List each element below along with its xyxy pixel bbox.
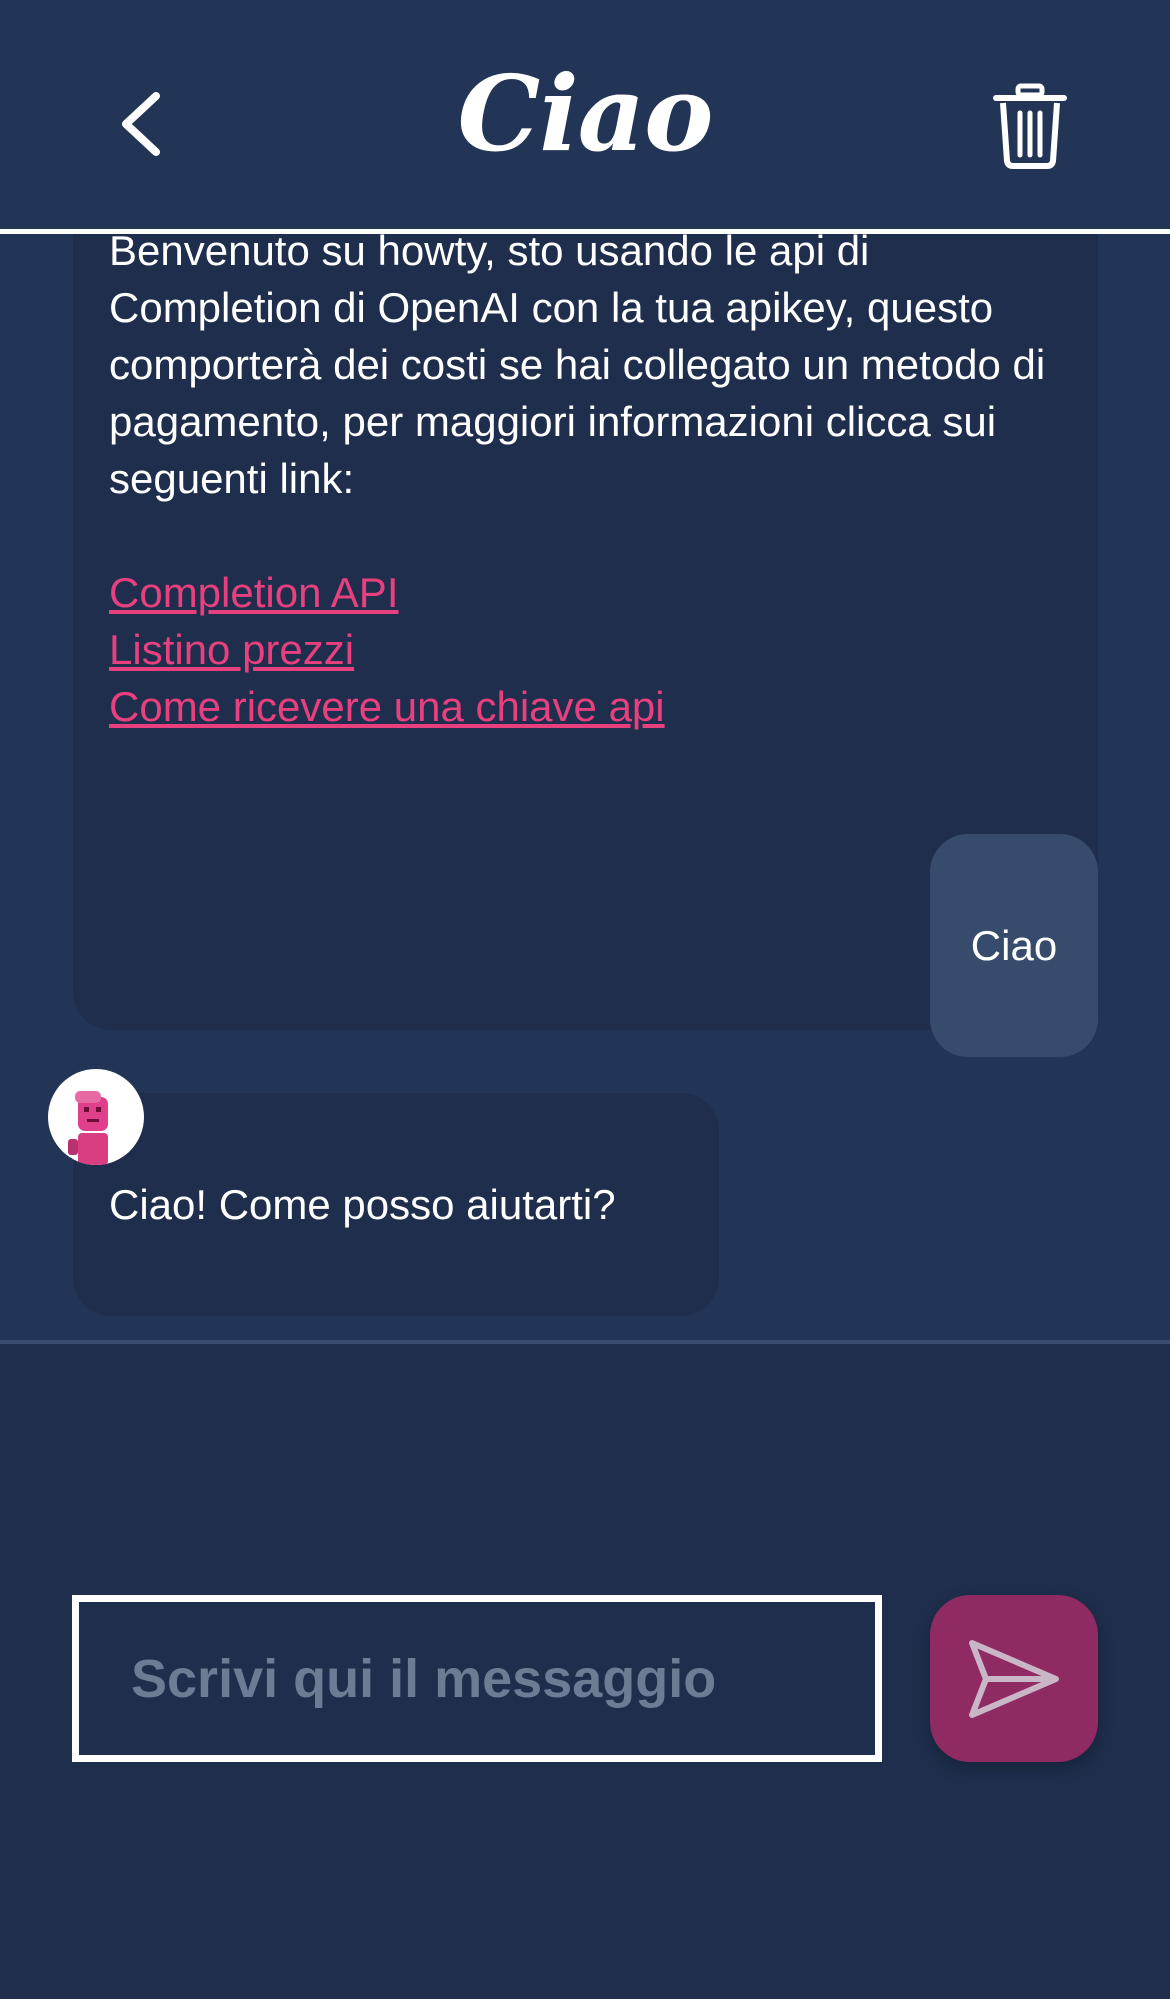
intro-text: Benvenuto su howty, sto usando le api di… (109, 234, 1046, 502)
app-header: Ciao (0, 0, 1170, 230)
delete-chat-button[interactable] (990, 80, 1070, 172)
chat-screen: Ciao Benvenuto su howty, sto usando le a… (0, 0, 1170, 1999)
message-input-box[interactable] (72, 1595, 882, 1762)
robot-icon (68, 1091, 108, 1165)
header-divider (0, 229, 1170, 234)
reply-text: Ciao! Come posso aiutarti? (109, 1181, 616, 1228)
send-button[interactable] (930, 1595, 1098, 1762)
message-list[interactable]: Benvenuto su howty, sto usando le api di… (0, 234, 1170, 1342)
trash-icon (993, 83, 1067, 169)
bot-avatar (48, 1069, 144, 1165)
intro-links: Completion API Listino prezzi Come ricev… (109, 564, 1062, 735)
link-price-list[interactable]: Listino prezzi (109, 621, 1062, 678)
link-get-api-key[interactable]: Come ricevere una chiave api (109, 678, 1062, 735)
message-input[interactable] (131, 1647, 875, 1710)
user-message-text: Ciao (970, 921, 1058, 969)
link-completion-api[interactable]: Completion API (109, 564, 1062, 621)
send-icon (969, 1639, 1059, 1718)
user-message: Ciao (930, 834, 1098, 1057)
bot-message-reply: Ciao! Come posso aiutarti? (73, 1093, 719, 1316)
chat-divider (0, 1340, 1170, 1344)
